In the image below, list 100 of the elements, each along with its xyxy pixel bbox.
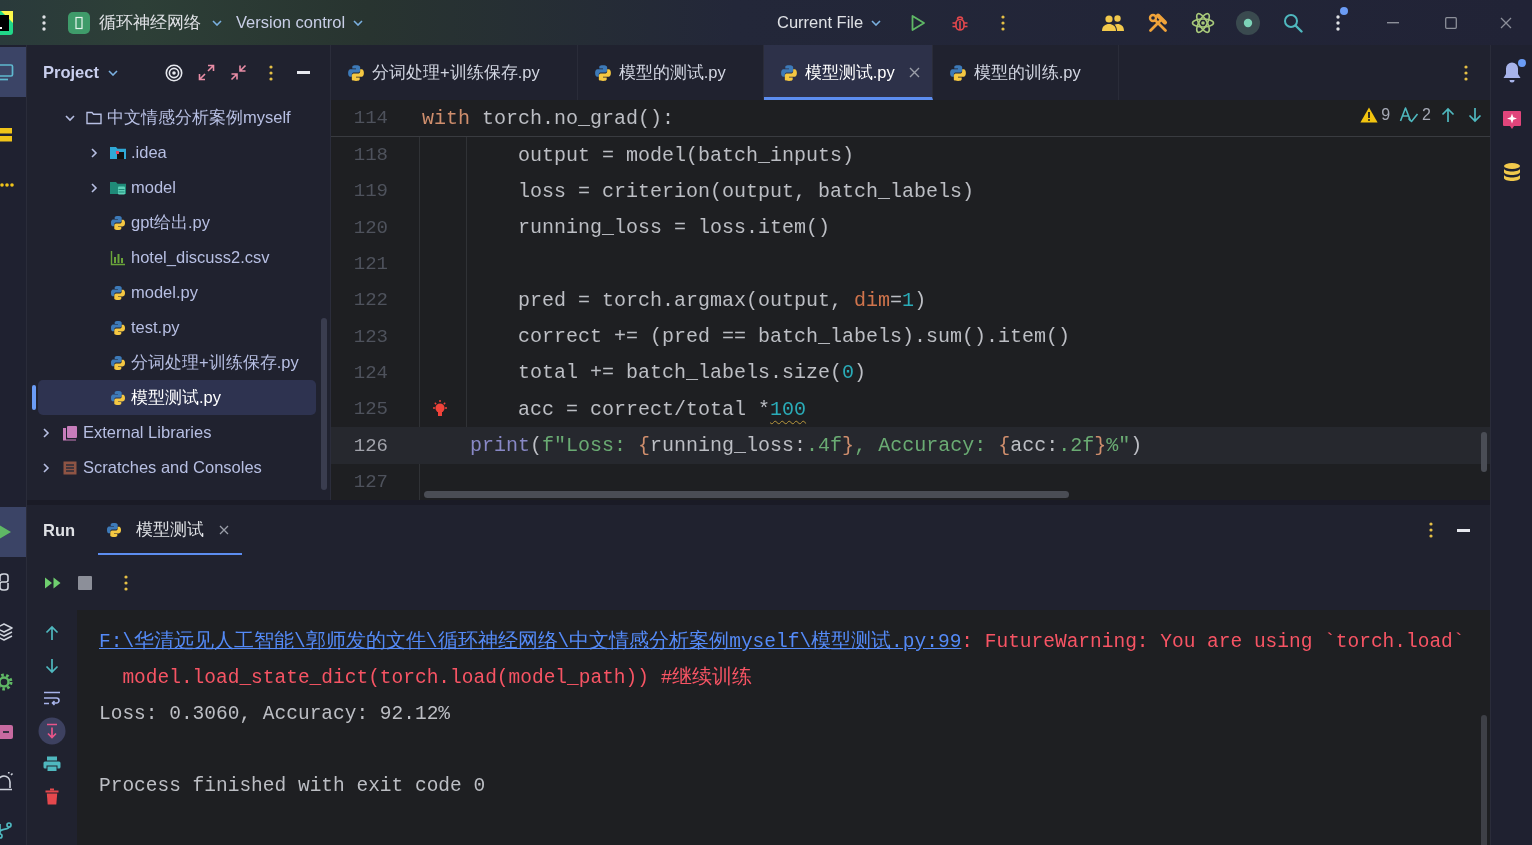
chevron-down-icon (871, 19, 882, 26)
scrollbar-thumb[interactable] (321, 318, 327, 490)
bug-icon[interactable] (951, 13, 970, 32)
panel-title: Run (43, 520, 76, 540)
line-number: 127 (352, 470, 389, 493)
console-line: Loss: 0.3060, Accuracy: 92.12% (99, 703, 451, 725)
dots-menu-icon[interactable] (1429, 522, 1433, 538)
bar-chart-icon (110, 249, 126, 266)
double-play-icon[interactable] (44, 575, 62, 590)
layers-icon (0, 622, 14, 642)
console-line: Process finished with exit code 0 (99, 775, 486, 797)
trash-icon[interactable] (45, 787, 59, 805)
line-number: 125 (352, 398, 389, 421)
dots-menu-icon[interactable] (124, 574, 128, 591)
maximize-window-icon[interactable] (1445, 16, 1457, 29)
sparkle-icon[interactable] (1501, 110, 1522, 130)
line-number: 119 (352, 180, 389, 203)
scrollbar-thumb[interactable] (424, 491, 1069, 498)
run-tab[interactable]: 模型测试 (98, 505, 243, 555)
editor-tab[interactable]: 模型测试.py (763, 45, 933, 100)
tree-item[interactable]: .idea (38, 135, 316, 170)
dots-menu-icon[interactable] (1464, 64, 1468, 81)
project-view-selector[interactable]: Project (43, 63, 118, 82)
atom-icon[interactable] (1190, 10, 1215, 35)
line-number: 118 (352, 144, 389, 167)
python-icon (110, 284, 126, 301)
console-line: model.load_state_dict(torch.load(model_path)) #继续训练 (122, 667, 753, 689)
wrap-lines-icon[interactable] (43, 690, 61, 707)
console-line: F:\华清远见人工智能\郭师发的文件\循环神经网络\中文情感分析案例myself\模型测试.py:99: FutureWarning: You are using `torch.load` (99, 631, 1465, 653)
app-logo-icon[interactable] (0, 10, 13, 35)
arrow-up-icon[interactable] (1441, 107, 1455, 123)
tree-item[interactable]: test.py (38, 310, 316, 345)
typo-count: 2 (1422, 106, 1431, 124)
code-line: loss = criterion(output, batch_labels) (518, 179, 975, 203)
siren-icon (0, 772, 14, 792)
bars-icon (0, 125, 14, 145)
project-selector[interactable]: 循环神经网络 (68, 11, 222, 34)
chevron-down-icon (353, 19, 364, 26)
chevron-icon[interactable] (88, 181, 100, 194)
dots-icon (0, 183, 14, 187)
scroll-to-end-icon[interactable] (38, 717, 66, 746)
code-line: running_loss = loss.item() (518, 216, 831, 240)
python-icon (110, 389, 126, 406)
code-line: total += batch_labels.size(0) (518, 361, 867, 385)
warning-icon[interactable] (1360, 107, 1379, 123)
file-link[interactable]: F:\华清远见人工智能\郭师发的文件\循环神经网络\中文情感分析案例myself\模型测试.py:99 (99, 631, 962, 653)
code-line: with torch.no_grad(): (422, 106, 675, 130)
dots-menu-icon[interactable] (269, 64, 274, 81)
scrollbar-thumb[interactable] (1481, 432, 1487, 472)
minimize-window-icon[interactable] (1387, 21, 1399, 24)
spellcheck-icon[interactable] (1399, 106, 1420, 124)
selection-indicator (32, 385, 36, 410)
folder-icon (110, 145, 126, 160)
python-icon (779, 63, 798, 82)
hammer-wrench-icon[interactable] (1146, 11, 1169, 34)
bell-icon[interactable] (1501, 61, 1522, 83)
close-icon[interactable] (219, 525, 230, 535)
arrow-up-icon[interactable] (45, 625, 59, 642)
tree-item[interactable]: Scratches and Consoles (38, 450, 316, 485)
record-icon[interactable] (1235, 10, 1260, 35)
expand-arrows-icon[interactable] (197, 64, 215, 81)
python-icon (110, 214, 126, 231)
collapse-arrows-icon[interactable] (230, 64, 248, 81)
main-menu-icon[interactable] (42, 14, 46, 31)
tree-item[interactable]: gpt给出.py (38, 205, 316, 240)
tree-item[interactable]: 分词处理+训练保存.py (38, 345, 316, 380)
target-icon[interactable] (164, 63, 183, 82)
database-icon[interactable] (1502, 162, 1521, 182)
chevron-icon[interactable] (40, 461, 52, 474)
people-icon[interactable] (1100, 13, 1125, 32)
chevron-down-icon (212, 19, 222, 26)
arrow-down-icon[interactable] (45, 657, 59, 674)
scrollbar-thumb[interactable] (1481, 715, 1487, 845)
tree-item[interactable]: model (38, 170, 316, 205)
chevron-icon[interactable] (40, 426, 52, 439)
code-line: acc = correct/total *100 (518, 397, 807, 421)
close-icon[interactable] (908, 67, 920, 78)
search-icon[interactable] (1282, 12, 1303, 33)
play-icon[interactable] (910, 13, 927, 32)
folder-icon (110, 180, 126, 195)
tree-item[interactable]: model.py (38, 275, 316, 310)
line-number: 121 (352, 253, 389, 276)
arrow-down-icon[interactable] (1468, 107, 1482, 123)
printer-icon[interactable] (43, 755, 61, 772)
dots-menu-icon[interactable] (1001, 14, 1006, 31)
code-line: output = model(batch_inputs) (518, 143, 855, 167)
chevron-icon[interactable] (88, 146, 100, 159)
dots-menu-icon[interactable] (1335, 14, 1340, 31)
minimize-icon[interactable] (297, 71, 311, 74)
run-configuration-selector[interactable]: Current File (777, 13, 882, 32)
version-control-menu[interactable]: Version control (236, 13, 364, 32)
line-number: 126 (352, 434, 389, 457)
close-window-icon[interactable] (1500, 16, 1512, 29)
list-icon (62, 459, 78, 476)
tree-item[interactable]: hotel_discuss2.csv (38, 240, 316, 275)
python-icon (106, 522, 123, 538)
tree-item[interactable]: 中文情感分析案例myself (38, 100, 316, 135)
minimize-icon[interactable] (1456, 528, 1470, 532)
tree-item[interactable]: External Libraries (38, 415, 316, 450)
stop-icon[interactable] (78, 575, 92, 590)
